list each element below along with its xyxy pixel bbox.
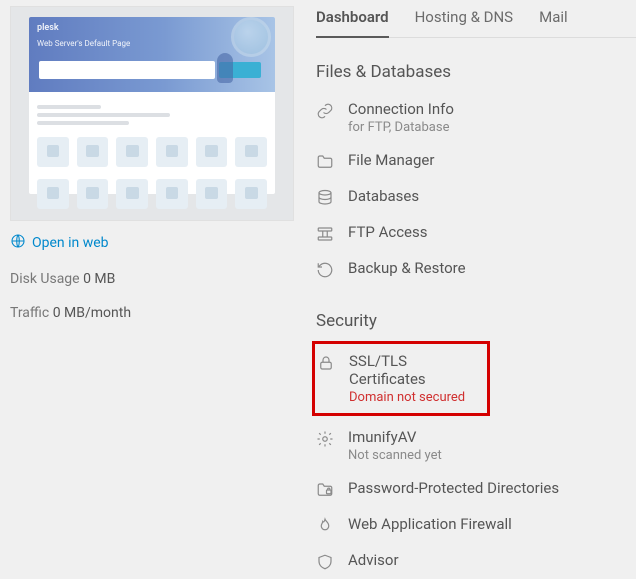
left-column: plesk Web Server's Default Page bbox=[10, 6, 294, 321]
site-thumbnail[interactable]: plesk Web Server's Default Page bbox=[10, 6, 294, 221]
item-file-manager[interactable]: File Manager bbox=[316, 143, 636, 179]
item-ftp-access[interactable]: FTP Access bbox=[316, 215, 636, 251]
folder-lock-icon bbox=[316, 481, 334, 499]
shield-icon bbox=[316, 553, 334, 571]
item-label: ImunifyAV bbox=[348, 428, 442, 446]
item-sublabel: for FTP, Database bbox=[348, 120, 454, 135]
thumb-search-placeholder bbox=[39, 61, 215, 79]
right-column: Dashboard Hosting & DNS Mail Files & Dat… bbox=[316, 8, 636, 579]
item-label: Connection Info bbox=[348, 100, 454, 118]
item-label: FTP Access bbox=[348, 223, 428, 241]
item-label: Advisor bbox=[348, 551, 399, 569]
thumb-brand: plesk bbox=[37, 23, 59, 33]
section-security: Security bbox=[316, 311, 636, 331]
item-sublabel: Not scanned yet bbox=[348, 448, 442, 463]
highlight-ssl: SSL/TLS Certificates Domain not secured bbox=[312, 341, 490, 416]
traffic: Traffic 0 MB/month bbox=[10, 305, 294, 321]
item-backup-restore[interactable]: Backup & Restore bbox=[316, 251, 636, 287]
thumb-body bbox=[37, 105, 267, 209]
item-web-application-firewall[interactable]: Web Application Firewall bbox=[316, 507, 636, 543]
lock-icon bbox=[317, 354, 335, 372]
item-label: Password-Protected Directories bbox=[348, 479, 559, 497]
disk-usage-label: Disk Usage bbox=[10, 271, 80, 287]
item-ssl-tls[interactable]: SSL/TLS Certificates Domain not secured bbox=[317, 350, 481, 407]
traffic-label: Traffic bbox=[10, 305, 49, 321]
database-icon bbox=[316, 189, 334, 207]
backup-icon bbox=[316, 261, 334, 279]
item-label: Web Application Firewall bbox=[348, 515, 512, 533]
item-databases[interactable]: Databases bbox=[316, 179, 636, 215]
tab-dashboard[interactable]: Dashboard bbox=[316, 8, 389, 38]
flame-icon bbox=[316, 517, 334, 535]
thumb-graphic bbox=[211, 21, 281, 91]
disk-usage: Disk Usage 0 MB bbox=[10, 271, 294, 287]
traffic-value: 0 MB/month bbox=[53, 305, 131, 321]
item-sublabel: Domain not secured bbox=[349, 390, 481, 405]
thumbnail-hero: plesk Web Server's Default Page bbox=[29, 17, 275, 92]
thumbnail-content: plesk Web Server's Default Page bbox=[29, 17, 275, 194]
item-connection-info[interactable]: Connection Info for FTP, Database bbox=[316, 92, 636, 143]
disk-usage-value: 0 MB bbox=[83, 271, 115, 287]
item-label: SSL/TLS Certificates bbox=[349, 352, 481, 388]
item-password-protected-directories[interactable]: Password-Protected Directories bbox=[316, 471, 636, 507]
ftp-icon bbox=[316, 225, 334, 243]
folder-icon bbox=[316, 153, 334, 171]
gear-icon bbox=[316, 430, 334, 448]
section-files-databases: Files & Databases bbox=[316, 62, 636, 82]
item-label: File Manager bbox=[348, 151, 434, 169]
link-icon bbox=[316, 102, 334, 120]
item-advisor[interactable]: Advisor bbox=[316, 543, 636, 579]
globe-icon bbox=[10, 233, 26, 253]
item-imunifyav[interactable]: ImunifyAV Not scanned yet bbox=[316, 420, 636, 471]
open-in-web-link[interactable]: Open in web bbox=[10, 233, 294, 253]
tab-mail[interactable]: Mail bbox=[539, 8, 568, 37]
item-label: Databases bbox=[348, 187, 419, 205]
thumb-headline: Web Server's Default Page bbox=[37, 39, 130, 48]
item-label: Backup & Restore bbox=[348, 259, 466, 277]
tab-hosting-dns[interactable]: Hosting & DNS bbox=[415, 8, 513, 37]
open-in-web-label: Open in web bbox=[32, 235, 109, 251]
tabs: Dashboard Hosting & DNS Mail bbox=[316, 8, 636, 38]
